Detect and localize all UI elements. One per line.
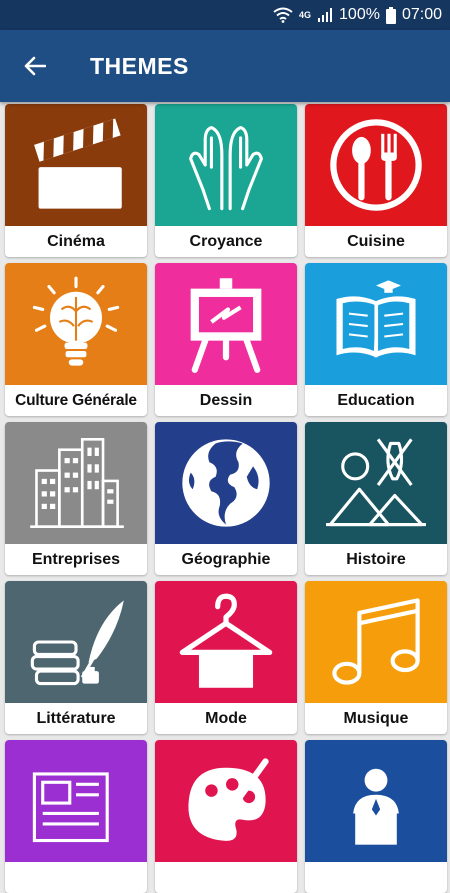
wifi-icon bbox=[273, 7, 293, 23]
tile-background bbox=[305, 104, 447, 226]
battery-icon bbox=[385, 6, 396, 24]
tile-label bbox=[155, 862, 297, 893]
clapperboard-icon bbox=[34, 118, 122, 209]
theme-tile-geographie[interactable]: Géographie bbox=[155, 422, 297, 575]
tile-label: Cuisine bbox=[347, 232, 405, 250]
signal-icon bbox=[318, 8, 333, 22]
tile-background bbox=[305, 581, 447, 703]
tile-label: Croyance bbox=[189, 232, 263, 250]
praying-hands-icon bbox=[189, 126, 263, 211]
theme-tile-mode[interactable]: Mode bbox=[155, 581, 297, 734]
books-quill-icon bbox=[30, 600, 124, 686]
tile-background bbox=[5, 263, 147, 385]
easel-icon bbox=[190, 278, 262, 373]
back-button[interactable] bbox=[0, 30, 70, 102]
buildings-icon bbox=[30, 438, 124, 528]
tile-background bbox=[5, 422, 147, 544]
theme-tile-culture-generale[interactable]: Culture Générale bbox=[5, 263, 147, 416]
pyramids-shield-icon bbox=[326, 438, 426, 527]
theme-tile-croyance[interactable]: Croyance bbox=[155, 104, 297, 257]
music-note-icon bbox=[332, 598, 420, 685]
hanger-icon bbox=[179, 593, 273, 688]
theme-tile-histoire[interactable]: Histoire bbox=[305, 422, 447, 575]
page-title: THEMES bbox=[90, 52, 189, 79]
tile-background bbox=[155, 581, 297, 703]
theme-tile-cuisine[interactable]: Cuisine bbox=[305, 104, 447, 257]
newspaper-icon bbox=[32, 772, 109, 843]
speaker-podium-icon bbox=[353, 768, 399, 845]
tile-background bbox=[155, 104, 297, 226]
network-type-label: 4G bbox=[299, 9, 312, 20]
tile-label bbox=[5, 862, 147, 893]
battery-percent: 100% bbox=[339, 6, 380, 23]
book-graduation-icon bbox=[336, 280, 416, 358]
palette-icon bbox=[188, 758, 269, 841]
tile-label bbox=[305, 862, 447, 893]
tile-label: Dessin bbox=[199, 391, 253, 409]
theme-tile-peinture[interactable] bbox=[155, 740, 297, 893]
tile-label: Entreprises bbox=[31, 550, 121, 568]
theme-tile-politique[interactable] bbox=[305, 740, 447, 893]
brain-lightbulb-icon bbox=[32, 276, 120, 366]
tile-background bbox=[305, 263, 447, 385]
theme-tile-education[interactable]: Education bbox=[305, 263, 447, 416]
tile-label: Culture Générale bbox=[15, 391, 137, 409]
tile-background bbox=[5, 740, 147, 862]
tile-label: Cinéma bbox=[47, 232, 105, 250]
tile-background bbox=[155, 422, 297, 544]
status-bar: 4G 100% 07:00 bbox=[0, 0, 450, 30]
clock: 07:00 bbox=[401, 6, 442, 23]
tile-background bbox=[155, 740, 297, 862]
tile-background bbox=[305, 422, 447, 544]
tile-label: Education bbox=[337, 391, 415, 409]
tile-label: Littérature bbox=[36, 709, 116, 727]
theme-tile-musique[interactable]: Musique bbox=[305, 581, 447, 734]
tile-label: Musique bbox=[343, 709, 409, 727]
tile-label: Histoire bbox=[346, 550, 406, 568]
theme-tile-cinema[interactable]: Cinéma bbox=[5, 104, 147, 257]
theme-tile-entreprises[interactable]: Entreprises bbox=[5, 422, 147, 575]
tile-background bbox=[5, 581, 147, 703]
theme-tile-dessin[interactable]: Dessin bbox=[155, 263, 297, 416]
tile-label: Mode bbox=[205, 709, 247, 727]
arrow-left-icon bbox=[24, 56, 46, 76]
theme-tile-presse[interactable] bbox=[5, 740, 147, 893]
themes-grid: Cinéma Croyance Cuisine Culture Générale… bbox=[0, 102, 450, 893]
globe-icon bbox=[182, 439, 270, 527]
theme-tile-litterature[interactable]: Littérature bbox=[5, 581, 147, 734]
tile-label: Géographie bbox=[181, 550, 271, 568]
tile-background bbox=[155, 263, 297, 385]
app-bar: THEMES bbox=[0, 30, 450, 102]
tile-background bbox=[5, 104, 147, 226]
tile-background bbox=[305, 740, 447, 862]
plate-utensils-icon bbox=[330, 119, 422, 211]
